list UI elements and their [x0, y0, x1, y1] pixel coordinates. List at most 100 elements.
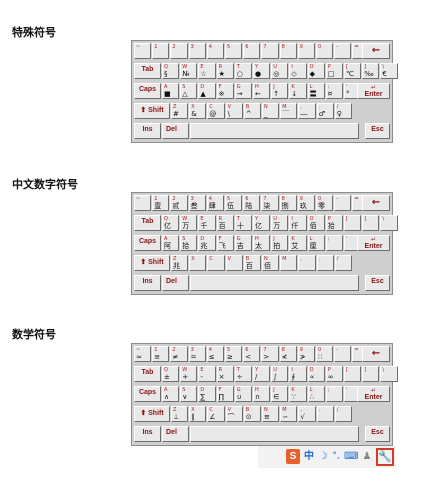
symbol-key[interactable]: U ∫: [271, 366, 289, 382]
symbol-key[interactable]: -: [334, 346, 352, 362]
symbol-key[interactable]: ;: [325, 386, 343, 402]
symbol-key[interactable]: B百: [243, 255, 261, 271]
symbol-key[interactable]: F ※: [216, 83, 234, 99]
symbol-key[interactable]: [: [344, 215, 362, 231]
symbol-key[interactable]: M ￣: [280, 103, 298, 119]
caps-key[interactable]: Caps: [134, 235, 161, 251]
symbol-key[interactable]: .: [316, 406, 334, 422]
symbol-key[interactable]: Z #: [171, 103, 189, 119]
enter-key[interactable]: ↵ Enter: [357, 386, 390, 402]
symbol-key[interactable]: 4肆: [206, 195, 224, 211]
space-key[interactable]: [190, 123, 359, 139]
symbol-key[interactable]: Z ⊥: [171, 406, 189, 422]
symbol-key[interactable]: 4 ≤: [206, 346, 224, 362]
symbol-key[interactable]: 5伍: [225, 195, 243, 211]
symbol-key[interactable]: H ∩: [253, 386, 271, 402]
symbol-key[interactable]: A ∧: [162, 386, 180, 402]
symbol-key[interactable]: Q ±: [162, 366, 180, 382]
symbol-key[interactable]: 3 =: [188, 346, 206, 362]
punctuation-icon[interactable]: °,: [330, 449, 342, 464]
symbol-key[interactable]: W万: [180, 215, 198, 231]
symbol-key[interactable]: 2 ≠: [170, 346, 188, 362]
symbol-key[interactable]: D ∑: [198, 386, 216, 402]
symbol-key[interactable]: Y亿: [253, 215, 271, 231]
symbol-key[interactable]: L ∴: [307, 386, 325, 402]
symbol-key[interactable]: 7: [261, 43, 279, 59]
symbol-key[interactable]: 1: [152, 43, 170, 59]
symbol-key[interactable]: U ◎: [271, 63, 289, 79]
symbol-key[interactable]: 4: [206, 43, 224, 59]
symbol-key[interactable]: N _: [262, 103, 280, 119]
symbol-key[interactable]: , ―: [298, 103, 316, 119]
caps-key[interactable]: Caps: [134, 83, 161, 99]
symbol-key[interactable]: E ☆: [198, 63, 216, 79]
symbol-key[interactable]: A阿: [162, 235, 180, 251]
enter-key[interactable]: ↵ Enter: [357, 235, 390, 251]
symbol-key[interactable]: 9 ≯: [297, 346, 315, 362]
sogou-icon[interactable]: S: [286, 449, 300, 464]
symbol-key[interactable]: 7 >: [261, 346, 279, 362]
symbol-key[interactable]: .: [316, 255, 334, 271]
symbol-key[interactable]: S △: [180, 83, 198, 99]
symbol-key[interactable]: Y /: [253, 366, 271, 382]
symbol-key[interactable]: ,: [298, 255, 316, 271]
symbol-key[interactable]: C ∠: [207, 406, 225, 422]
symbol-key[interactable]: J ↑: [271, 83, 289, 99]
symbol-key[interactable]: I ◇: [289, 63, 307, 79]
symbol-key[interactable]: O佰: [307, 215, 325, 231]
symbol-key[interactable]: A ■: [162, 83, 180, 99]
symbol-key[interactable]: P拾: [325, 215, 343, 231]
tab-key[interactable]: Tab: [134, 63, 161, 79]
symbol-key[interactable]: ]: [362, 366, 380, 382]
symbol-key[interactable]: O ◆: [307, 63, 325, 79]
symbol-key[interactable]: N佰: [262, 255, 280, 271]
symbol-key[interactable]: R ★: [216, 63, 234, 79]
caps-key[interactable]: Caps: [134, 386, 161, 402]
ins-key[interactable]: Ins: [134, 275, 161, 291]
symbol-key[interactable]: 8 ≮: [279, 346, 297, 362]
symbol-key[interactable]: 7柒: [261, 195, 279, 211]
symbol-key[interactable]: U万: [271, 215, 289, 231]
symbol-key[interactable]: ~ ≈: [134, 346, 152, 362]
symbol-key[interactable]: O ∝: [307, 366, 325, 382]
symbol-key[interactable]: 5: [225, 43, 243, 59]
symbol-key[interactable]: ~: [134, 195, 152, 211]
symbol-key[interactable]: Z兆: [171, 255, 189, 271]
user-icon[interactable]: ♟: [361, 449, 373, 464]
symbol-key[interactable]: F ∏: [216, 386, 234, 402]
symbol-key[interactable]: W +: [180, 366, 198, 382]
symbol-key[interactable]: B ⊙: [243, 406, 261, 422]
backspace-key[interactable]: ←: [362, 195, 390, 211]
symbol-key[interactable]: W №: [180, 63, 198, 79]
del-key[interactable]: Del: [162, 426, 189, 442]
tab-key[interactable]: Tab: [134, 215, 161, 231]
symbol-key[interactable]: L 〓: [307, 83, 325, 99]
symbol-key[interactable]: 9: [297, 43, 315, 59]
symbol-key[interactable]: X ∥: [189, 406, 207, 422]
symbol-key[interactable]: ]: [362, 215, 380, 231]
wrench-icon[interactable]: 🔧: [376, 448, 394, 466]
symbol-key[interactable]: 6陆: [243, 195, 261, 211]
symbol-key[interactable]: 6 <: [243, 346, 261, 362]
symbol-key[interactable]: V \: [225, 103, 243, 119]
symbol-key[interactable]: 8捌: [279, 195, 297, 211]
symbol-key[interactable]: [: [344, 366, 362, 382]
backspace-key[interactable]: ←: [362, 43, 390, 59]
symbol-key[interactable]: G吉: [234, 235, 252, 251]
ins-key[interactable]: Ins: [134, 426, 161, 442]
symbol-key[interactable]: G ∪: [234, 386, 252, 402]
symbol-key[interactable]: R ×: [216, 366, 234, 382]
symbol-key[interactable]: K艾: [289, 235, 307, 251]
symbol-key[interactable]: C: [207, 255, 225, 271]
symbol-key[interactable]: P ∞: [325, 366, 343, 382]
symbol-key[interactable]: 3叁: [188, 195, 206, 211]
esc-key[interactable]: Esc: [365, 275, 390, 291]
symbol-key[interactable]: R百: [216, 215, 234, 231]
symbol-key[interactable]: F飞: [216, 235, 234, 251]
symbol-key[interactable]: 2: [170, 43, 188, 59]
symbol-key[interactable]: M: [280, 255, 298, 271]
symbol-key[interactable]: L厘: [307, 235, 325, 251]
symbol-key[interactable]: K ∵: [289, 386, 307, 402]
symbol-key[interactable]: 0零: [316, 195, 334, 211]
symbol-key[interactable]: ;: [325, 235, 343, 251]
